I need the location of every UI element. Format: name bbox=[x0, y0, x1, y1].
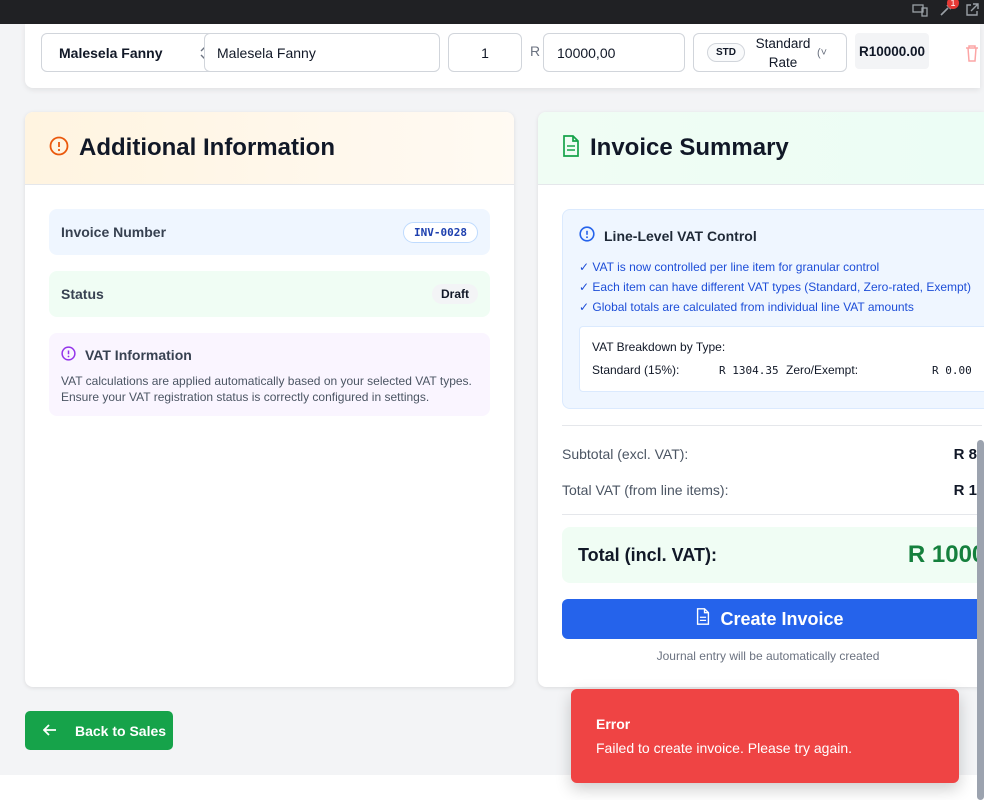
vat-info-text: VAT calculations are applied automatical… bbox=[61, 374, 472, 404]
vat-code-badge: STD bbox=[707, 43, 745, 62]
vat-type-name: Standard Rate bbox=[755, 35, 811, 70]
page-scrollbar[interactable] bbox=[977, 440, 984, 800]
arrow-left-icon bbox=[42, 723, 57, 739]
invoice-summary-card: Invoice Summary Line-Level VAT Control ✓… bbox=[538, 112, 984, 687]
info-circle-icon bbox=[61, 346, 76, 364]
journal-note: Journal entry will be automatically crea… bbox=[656, 649, 880, 663]
extensions-icon[interactable]: 1 bbox=[938, 0, 959, 18]
line-total: R10000.00 bbox=[855, 33, 929, 69]
standard-vat-value: R 1304.35 bbox=[719, 363, 779, 377]
open-external-icon[interactable] bbox=[964, 2, 980, 18]
zero-exempt-label: Zero/Exempt: bbox=[786, 363, 859, 377]
grand-total-box: Total (incl. VAT): R 10000.00 bbox=[562, 527, 984, 583]
invoice-number-badge: INV-0028 bbox=[403, 221, 478, 243]
error-toast[interactable]: Error Failed to create invoice. Please t… bbox=[571, 689, 959, 783]
vat-total-label: Total VAT (from line items): bbox=[562, 482, 729, 498]
divider bbox=[562, 425, 982, 426]
devices-icon[interactable] bbox=[912, 2, 928, 18]
browser-toolbar: 1 bbox=[0, 0, 984, 24]
invoice-number-label: Invoice Number bbox=[61, 224, 167, 240]
list-item: ✓ Each item can have different VAT types… bbox=[579, 280, 972, 294]
customer-select-value: Malesela Fanny bbox=[59, 44, 163, 61]
unit-price-input[interactable]: 10000,00 bbox=[543, 33, 685, 72]
description-value: Malesela Fanny bbox=[217, 44, 316, 61]
list-item: ✓ Global totals are calculated from indi… bbox=[579, 300, 914, 314]
toast-title: Error bbox=[596, 716, 631, 732]
vat-info-title: VAT Information bbox=[85, 347, 192, 363]
status-row: Status Draft bbox=[49, 271, 490, 317]
vat-control-box: Line-Level VAT Control ✓ VAT is now cont… bbox=[562, 209, 984, 409]
info-circle-icon bbox=[579, 226, 595, 245]
toast-message: Failed to create invoice. Please try aga… bbox=[596, 740, 853, 756]
vat-control-list: ✓ VAT is now controlled per line item fo… bbox=[579, 257, 984, 317]
invoice-number-row: Invoice Number INV-0028 bbox=[49, 209, 490, 255]
vat-info-box: VAT Information VAT calculations are app… bbox=[49, 333, 490, 416]
notification-badge: 1 bbox=[947, 0, 959, 9]
additional-info-card: Additional Information Invoice Number IN… bbox=[25, 112, 514, 687]
delete-line-icon[interactable] bbox=[965, 44, 979, 67]
list-item: ✓ VAT is now controlled per line item fo… bbox=[579, 260, 880, 274]
standard-vat-label: Standard (15%): bbox=[592, 363, 680, 377]
additional-info-title: Additional Information bbox=[79, 134, 335, 161]
info-circle-icon bbox=[49, 136, 69, 161]
quantity-input[interactable]: 1 bbox=[448, 33, 522, 72]
vat-total-row: Total VAT (from line items): R 1304 bbox=[562, 482, 984, 499]
unit-price-value: 10000,00 bbox=[557, 44, 616, 61]
status-label: Status bbox=[61, 286, 104, 302]
vat-type-select[interactable]: STD Standard Rate (˅ bbox=[693, 33, 847, 72]
zero-exempt-value: R 0.00 bbox=[932, 363, 972, 377]
subtotal-row: Subtotal (excl. VAT): R 8695 bbox=[562, 446, 984, 463]
divider bbox=[562, 514, 982, 515]
back-to-sales-label: Back to Sales bbox=[75, 722, 167, 739]
create-invoice-button[interactable]: Create Invoice bbox=[562, 599, 984, 639]
chevron-down-icon: (˅ bbox=[817, 46, 828, 59]
document-icon bbox=[562, 134, 580, 162]
customer-select[interactable]: Malesela Fanny bbox=[41, 33, 221, 72]
invoice-summary-header: Invoice Summary bbox=[538, 112, 984, 185]
quantity-value: 1 bbox=[481, 44, 489, 61]
vat-breakdown-title: VAT Breakdown by Type: bbox=[592, 340, 726, 354]
status-badge: Draft bbox=[431, 284, 478, 304]
create-invoice-label: Create Invoice bbox=[720, 608, 844, 629]
vat-breakdown-box: VAT Breakdown by Type: Standard (15%): R… bbox=[579, 326, 984, 392]
subtotal-label: Subtotal (excl. VAT): bbox=[562, 446, 689, 462]
grand-total-label: Total (incl. VAT): bbox=[578, 544, 717, 565]
additional-info-header: Additional Information bbox=[25, 112, 514, 185]
description-input[interactable]: Malesela Fanny bbox=[204, 33, 440, 72]
document-icon bbox=[696, 608, 710, 630]
line-item-row: Malesela Fanny Malesela Fanny 1 R 10000,… bbox=[25, 24, 980, 88]
vat-control-title: Line-Level VAT Control bbox=[604, 227, 757, 244]
back-to-sales-button[interactable]: Back to Sales bbox=[25, 711, 173, 750]
grand-total-value: R 10000.00 bbox=[907, 541, 984, 568]
invoice-summary-title: Invoice Summary bbox=[590, 134, 789, 161]
currency-label: R bbox=[530, 43, 541, 59]
